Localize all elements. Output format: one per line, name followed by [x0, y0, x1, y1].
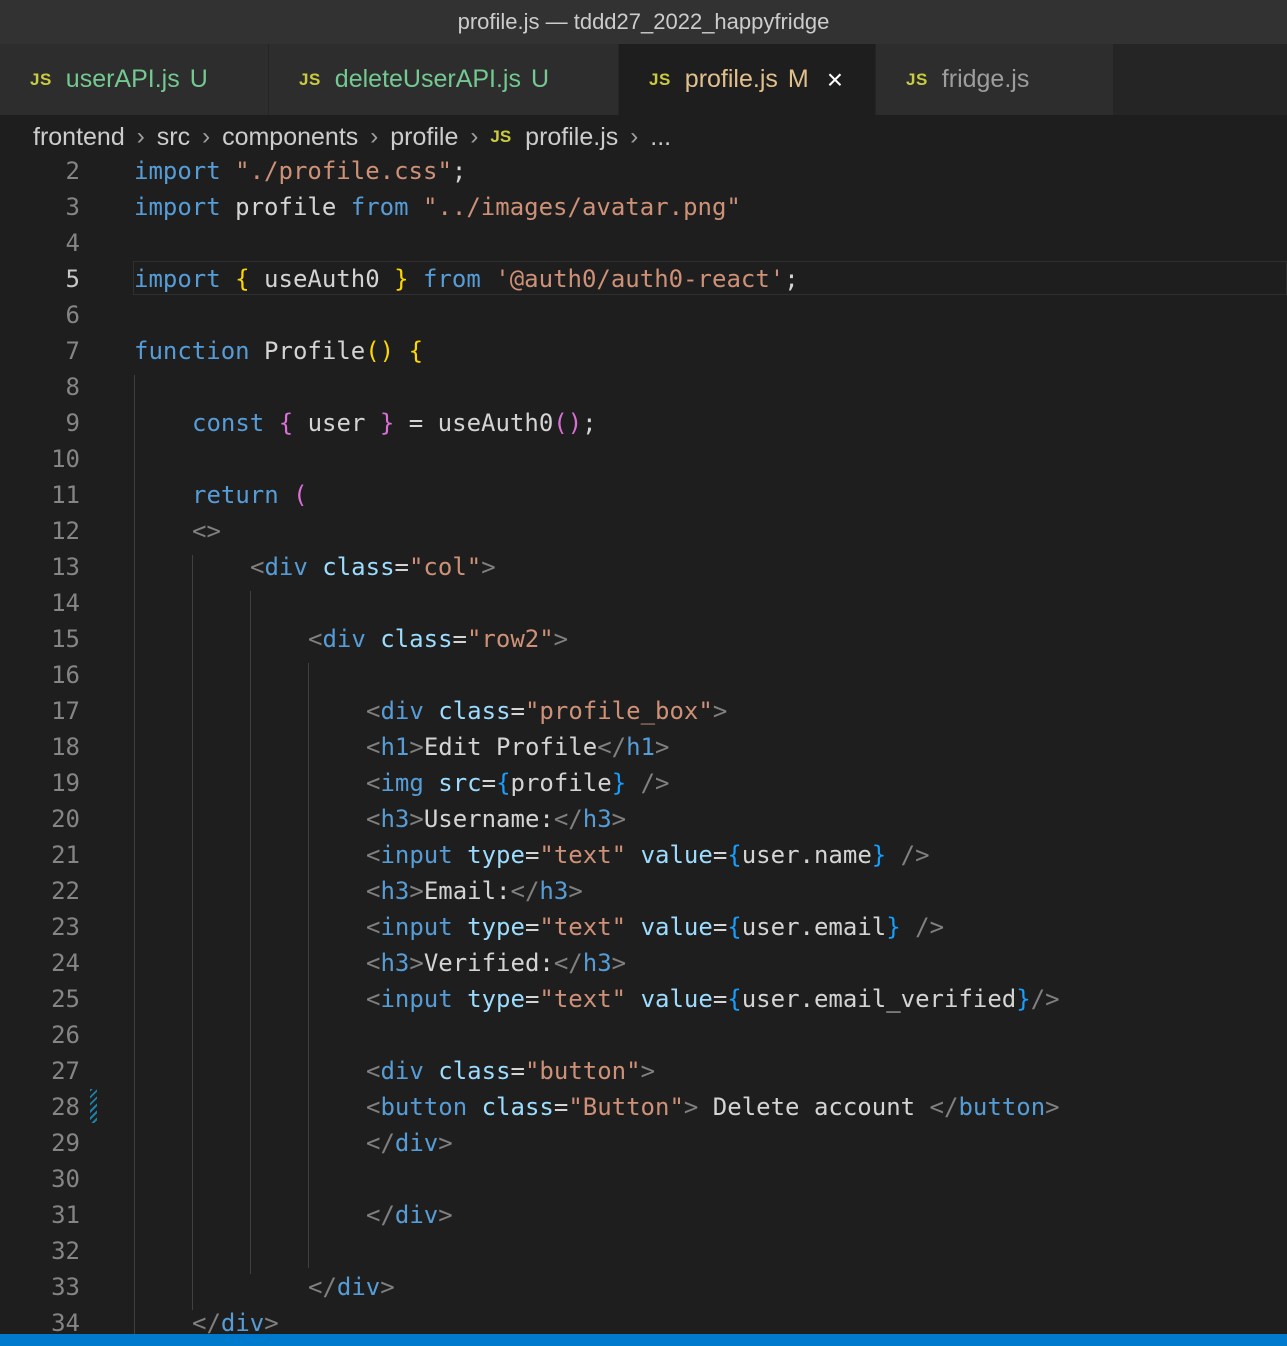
status-bar [0, 1334, 1287, 1346]
git-untracked-badge: U [189, 65, 208, 93]
breadcrumb-item-components[interactable]: components [222, 123, 358, 152]
line-number: 6 [65, 301, 80, 329]
code-line[interactable]: <button class="Button"> Delete account <… [0, 1089, 1287, 1125]
tab-label: userAPI.js [65, 65, 180, 93]
code-line[interactable]: const { user } = useAuth0(); [0, 405, 1287, 441]
code-line[interactable]: </div> [0, 1305, 1287, 1334]
breadcrumb-item-profile[interactable]: profile [390, 123, 458, 152]
code-line[interactable]: <input type="text" value={user.email_ver… [0, 981, 1287, 1017]
code-line[interactable]: <input type="text" value={user.name} /> [0, 837, 1287, 873]
chevron-right-icon: › [370, 123, 379, 150]
tab-deleteuserapi[interactable]: JS deleteUserAPI.js U [269, 44, 619, 115]
code-line[interactable]: import "./profile.css"; [0, 159, 1287, 189]
js-file-icon: JS [490, 127, 512, 146]
tab-label: deleteUserAPI.js [334, 65, 521, 93]
chevron-right-icon: › [136, 123, 145, 150]
js-file-icon: JS [649, 69, 671, 89]
code-line[interactable]: <div class="col"> [0, 549, 1287, 585]
git-modified-badge: M [787, 65, 809, 93]
code-line[interactable]: <h3>Username:</h3> [0, 801, 1287, 837]
tab-label: profile.js [684, 65, 778, 93]
breadcrumb-more[interactable]: ... [650, 123, 671, 152]
close-icon[interactable]: × [827, 65, 843, 94]
code-line[interactable]: <img src={profile} /> [0, 765, 1287, 801]
git-untracked-badge: U [531, 65, 550, 93]
code-line[interactable]: function Profile() { [0, 333, 1287, 369]
line-number: 32 [51, 1237, 80, 1265]
line-number: 4 [65, 229, 80, 257]
js-file-icon: JS [906, 69, 928, 89]
tab-userapi[interactable]: JS userAPI.js U [0, 44, 269, 115]
js-file-icon: JS [30, 69, 52, 89]
window-title: profile.js — tddd27_2022_happyfridge [0, 0, 1287, 45]
code-line[interactable]: return ( [0, 477, 1287, 513]
code-line[interactable]: import { useAuth0 } from '@auth0/auth0-r… [0, 261, 1287, 297]
code-line[interactable]: <div class="row2"> [0, 621, 1287, 657]
chevron-right-icon: › [202, 123, 211, 150]
code-line[interactable]: <div class="button"> [0, 1053, 1287, 1089]
chevron-right-icon: › [630, 123, 639, 150]
line-number: 10 [51, 445, 80, 473]
code-line[interactable]: <input type="text" value={user.email} /> [0, 909, 1287, 945]
breadcrumb: frontend › src › components › profile › … [0, 115, 1287, 159]
code-editor[interactable]: 2 3 4 5 6 7 8 9 10 11 12 13 14 15 16 17 … [0, 159, 1287, 1334]
code-line[interactable]: <h3>Verified:</h3> [0, 945, 1287, 981]
editor-tab-bar: JS userAPI.js U JS deleteUserAPI.js U JS… [0, 44, 1287, 115]
tab-label: fridge.js [941, 65, 1030, 93]
code-line[interactable]: </div> [0, 1269, 1287, 1305]
code-line[interactable]: <h1>Edit Profile</h1> [0, 729, 1287, 765]
code-line[interactable]: </div> [0, 1125, 1287, 1161]
breadcrumb-item-frontend[interactable]: frontend [33, 123, 125, 152]
line-number: 30 [51, 1165, 80, 1193]
chevron-right-icon: › [470, 123, 479, 150]
js-file-icon: JS [299, 69, 321, 89]
breadcrumb-item-src[interactable]: src [157, 123, 190, 152]
line-number: 26 [51, 1021, 80, 1049]
code-line[interactable]: </div> [0, 1197, 1287, 1233]
code-line[interactable]: <> [0, 513, 1287, 549]
tab-profile[interactable]: JS profile.js M × [619, 44, 876, 115]
code-line[interactable]: <h3>Email:</h3> [0, 873, 1287, 909]
line-number: 14 [51, 589, 80, 617]
line-number: 8 [65, 373, 80, 401]
line-number: 16 [51, 661, 80, 689]
code-line[interactable]: <div class="profile_box"> [0, 693, 1287, 729]
code-line[interactable]: import profile from "../images/avatar.pn… [0, 189, 1287, 225]
breadcrumb-item-file[interactable]: profile.js [525, 123, 618, 152]
tab-fridge[interactable]: JS fridge.js [876, 44, 1114, 115]
